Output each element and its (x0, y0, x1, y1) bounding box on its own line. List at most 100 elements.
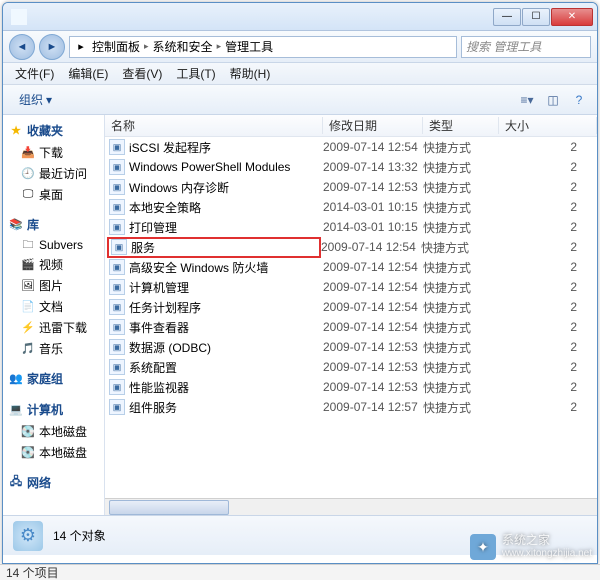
sidebar-item-thunder[interactable]: ⚡迅雷下载 (3, 317, 104, 338)
file-date: 2009-07-14 13:32 (323, 160, 423, 174)
maximize-button[interactable]: ☐ (522, 8, 550, 26)
file-name: Windows PowerShell Modules (129, 160, 290, 174)
back-button[interactable]: ◄ (9, 34, 35, 60)
scrollbar-thumb[interactable] (109, 500, 229, 515)
menu-file[interactable]: 文件(F) (9, 63, 60, 84)
picture-icon: 🖼 (21, 279, 35, 293)
shortcut-icon: ▣ (111, 239, 127, 255)
address-bar[interactable]: ▸ 控制面板 ▸ 系统和安全 ▸ 管理工具 (69, 36, 457, 58)
file-size: 2 (499, 320, 597, 334)
breadcrumb-item[interactable]: 系统和安全 (153, 38, 213, 55)
chevron-right-icon: ▸ (144, 41, 149, 52)
menu-tools[interactable]: 工具(T) (170, 63, 221, 84)
file-row[interactable]: ▣iSCSI 发起程序2009-07-14 12:54快捷方式2 (105, 137, 597, 157)
network-icon: 🖧 (9, 476, 23, 490)
file-row[interactable]: ▣高级安全 Windows 防火墙2009-07-14 12:54快捷方式2 (105, 257, 597, 277)
help-button[interactable]: ? (569, 91, 589, 109)
video-icon: 🎬 (21, 258, 35, 272)
sidebar-item-video[interactable]: 🎬视频 (3, 254, 104, 275)
file-size: 2 (499, 380, 597, 394)
preview-pane-button[interactable]: ◫ (543, 91, 563, 109)
breadcrumb-item[interactable]: 控制面板 (92, 38, 140, 55)
file-type: 快捷方式 (423, 179, 499, 196)
organize-button[interactable]: 组织 ▾ (11, 88, 60, 111)
file-date: 2009-07-14 12:54 (323, 300, 423, 314)
sidebar-favorites[interactable]: ★收藏夹 (3, 119, 104, 142)
file-date: 2009-07-14 12:54 (323, 320, 423, 334)
file-size: 2 (499, 180, 597, 194)
file-row[interactable]: ▣数据源 (ODBC)2009-07-14 12:53快捷方式2 (105, 337, 597, 357)
document-icon: 📄 (21, 300, 35, 314)
shortcut-icon: ▣ (109, 159, 125, 175)
column-type[interactable]: 类型 (423, 117, 499, 134)
file-type: 快捷方式 (423, 319, 499, 336)
file-size: 2 (499, 300, 597, 314)
view-mode-button[interactable]: ≡▾ (517, 91, 537, 109)
sidebar-item-downloads[interactable]: 📥下载 (3, 142, 104, 163)
file-row[interactable]: ▣组件服务2009-07-14 12:57快捷方式2 (105, 397, 597, 417)
file-row[interactable]: ▣Windows 内存诊断2009-07-14 12:53快捷方式2 (105, 177, 597, 197)
menu-view[interactable]: 查看(V) (116, 63, 168, 84)
sidebar-item-subversion[interactable]: 🗀Subvers (3, 236, 104, 254)
breadcrumb-item[interactable]: 管理工具 (225, 38, 273, 55)
minimize-button[interactable]: — (493, 8, 521, 26)
column-size[interactable]: 大小 (499, 117, 597, 134)
music-icon: 🎵 (21, 342, 35, 356)
file-row[interactable]: ▣打印管理2014-03-01 10:15快捷方式2 (105, 217, 597, 237)
file-row[interactable]: ▣任务计划程序2009-07-14 12:54快捷方式2 (105, 297, 597, 317)
file-row[interactable]: ▣事件查看器2009-07-14 12:54快捷方式2 (105, 317, 597, 337)
file-row[interactable]: ▣本地安全策略2014-03-01 10:15快捷方式2 (105, 197, 597, 217)
shortcut-icon: ▣ (109, 179, 125, 195)
file-date: 2014-03-01 10:15 (323, 220, 423, 234)
gear-icon: ⚙ (13, 521, 43, 551)
menu-edit[interactable]: 编辑(E) (62, 63, 114, 84)
column-name[interactable]: 名称 (105, 117, 323, 134)
window-icon (11, 9, 27, 25)
object-count: 14 个对象 (53, 527, 106, 544)
search-input[interactable]: 搜索 管理工具 (461, 36, 591, 58)
folder-icon: ▸ (74, 40, 88, 54)
horizontal-scrollbar[interactable] (105, 498, 597, 515)
sidebar-item-music[interactable]: 🎵音乐 (3, 338, 104, 359)
file-name-cell: ▣ Windows PowerShell Modules (109, 159, 323, 175)
menu-help[interactable]: 帮助(H) (224, 63, 277, 84)
desktop-icon: 🖵 (21, 188, 35, 202)
file-row[interactable]: ▣ Windows PowerShell Modules 2009-07-14 13… (105, 157, 597, 177)
sidebar: ★收藏夹 📥下载 🕘最近访问 🖵桌面 📚库 🗀Subvers 🎬视频 🖼图片 📄… (3, 115, 105, 515)
sidebar-item-desktop[interactable]: 🖵桌面 (3, 184, 104, 205)
file-row[interactable]: ▣服务2009-07-14 12:54快捷方式2 (105, 237, 597, 257)
shortcut-icon: ▣ (109, 299, 125, 315)
file-name: 计算机管理 (129, 279, 189, 296)
file-row[interactable]: ▣系统配置2009-07-14 12:53快捷方式2 (105, 357, 597, 377)
column-date[interactable]: 修改日期 (323, 117, 423, 134)
menu-bar: 文件(F) 编辑(E) 查看(V) 工具(T) 帮助(H) (3, 63, 597, 85)
file-type: 快捷方式 (423, 139, 499, 156)
sidebar-item-recent[interactable]: 🕘最近访问 (3, 163, 104, 184)
file-size: 2 (499, 340, 597, 354)
search-placeholder: 搜索 管理工具 (466, 38, 541, 55)
sidebar-network[interactable]: 🖧网络 (3, 471, 104, 494)
sidebar-item-drive[interactable]: 💽本地磁盘 (3, 442, 104, 463)
file-name: iSCSI 发起程序 (129, 139, 211, 156)
sidebar-item-documents[interactable]: 📄文档 (3, 296, 104, 317)
sidebar-homegroup[interactable]: 👥家庭组 (3, 367, 104, 390)
sidebar-item-drive[interactable]: 💽本地磁盘 (3, 421, 104, 442)
file-date: 2009-07-14 12:54 (323, 140, 423, 154)
file-size: 2 (499, 400, 597, 414)
file-size: 2 (497, 240, 597, 254)
sidebar-computer[interactable]: 💻计算机 (3, 398, 104, 421)
forward-button[interactable]: ► (39, 34, 65, 60)
file-name-cell: ▣组件服务 (109, 399, 323, 416)
item-count: 14 个项目 (6, 564, 59, 581)
details-pane: ⚙ 14 个对象 (3, 515, 597, 555)
file-size: 2 (499, 260, 597, 274)
file-type: 快捷方式 (423, 199, 499, 216)
close-button[interactable]: ✕ (551, 8, 593, 26)
sidebar-library[interactable]: 📚库 (3, 213, 104, 236)
file-name: 本地安全策略 (129, 199, 201, 216)
file-type: 快捷方式 (423, 339, 499, 356)
sidebar-item-pictures[interactable]: 🖼图片 (3, 275, 104, 296)
file-row[interactable]: ▣计算机管理2009-07-14 12:54快捷方式2 (105, 277, 597, 297)
file-row[interactable]: ▣性能监视器2009-07-14 12:53快捷方式2 (105, 377, 597, 397)
shortcut-icon: ▣ (109, 339, 125, 355)
